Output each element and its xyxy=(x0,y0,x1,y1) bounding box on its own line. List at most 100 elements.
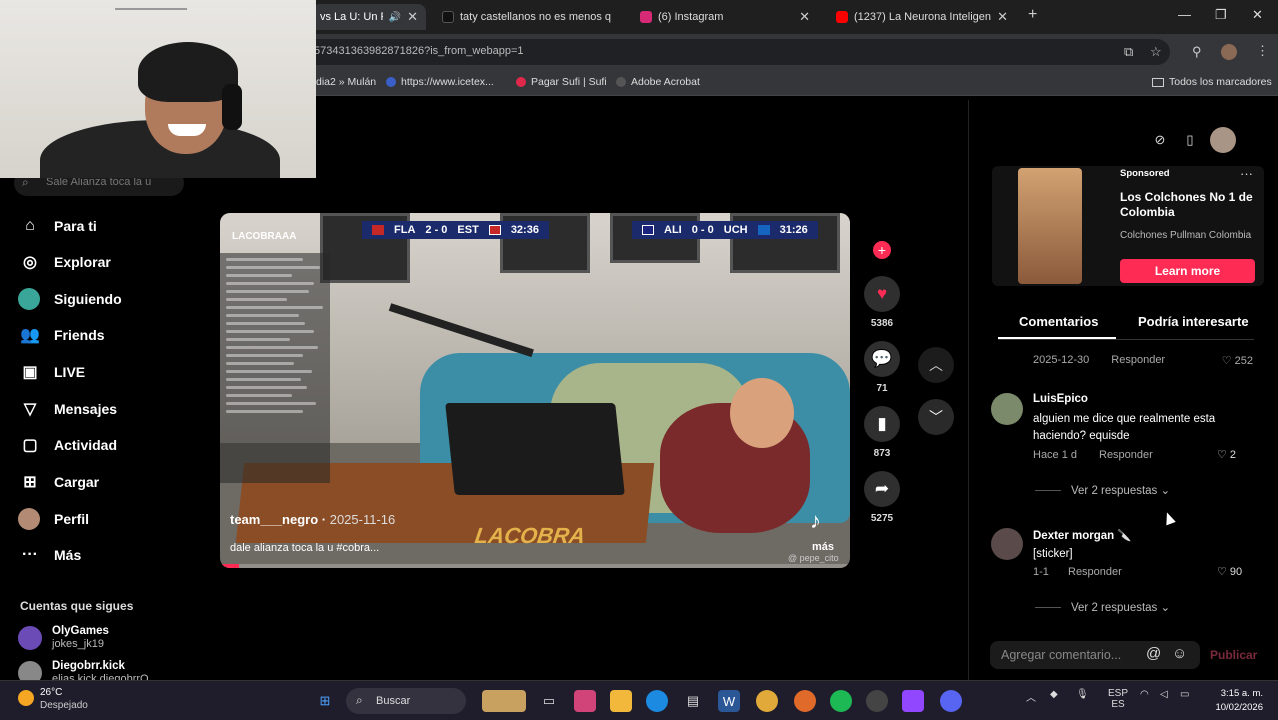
reply-link[interactable]: Responder xyxy=(1099,449,1153,461)
twitch-icon[interactable] xyxy=(902,690,924,712)
next-video-button[interactable]: ﹀ xyxy=(918,399,954,435)
nav-perfil[interactable]: Perfil xyxy=(18,508,89,530)
bookmark-item[interactable]: Adobe Acrobat xyxy=(616,76,700,88)
tab-tiktok[interactable]: taty castellanos no es menos q xyxy=(434,4,622,30)
previous-video-button[interactable]: ︿ xyxy=(918,347,954,383)
channel-label: LACOBRAAA xyxy=(232,231,297,242)
maximize-icon[interactable]: ❐ xyxy=(1215,7,1227,23)
task-view-icon[interactable]: ▭ xyxy=(538,690,560,712)
bookmark-item[interactable]: Pagar Sufi | Sufi xyxy=(516,76,607,88)
nav-friends[interactable]: 👥 Friends xyxy=(20,325,105,345)
install-app-icon[interactable]: ⧉ xyxy=(1124,44,1133,60)
chrome-icon[interactable] xyxy=(756,690,778,712)
volume-icon[interactable]: ◁ xyxy=(1160,689,1168,700)
user-avatar[interactable] xyxy=(1210,127,1236,153)
comment-like[interactable]: ♡ 2 xyxy=(1217,448,1236,461)
system-clock[interactable]: 3:15 a. m. 10/02/2026 xyxy=(1205,687,1263,715)
tab-podria-interesarte[interactable]: Podría interesarte xyxy=(1138,314,1249,329)
sponsored-ad[interactable]: Sponsored ··· Los Colchones No 1 de Colo… xyxy=(992,166,1264,286)
tab-comentarios[interactable]: Comentarios xyxy=(1019,314,1098,329)
tray-app-icon[interactable]: ◆ xyxy=(1050,689,1058,700)
nav-mensajes[interactable]: ▽ Mensajes xyxy=(20,399,117,419)
nav-live[interactable]: ▣ LIVE xyxy=(20,362,85,382)
file-explorer-icon[interactable] xyxy=(610,690,632,712)
coins-icon[interactable]: ⊘ xyxy=(1150,130,1170,150)
comment-username[interactable]: LuisEpico xyxy=(1033,393,1088,405)
bookmark-item[interactable]: https://www.icetex... xyxy=(386,76,494,88)
close-tab-icon[interactable]: ✕ xyxy=(799,9,810,25)
spotify-icon[interactable] xyxy=(830,690,852,712)
reply-link[interactable]: Responder xyxy=(1111,354,1165,367)
close-window-icon[interactable]: ✕ xyxy=(1252,7,1263,23)
video-progress[interactable] xyxy=(220,564,850,568)
tab-youtube[interactable]: (1237) La Neurona Inteligente - ✕ xyxy=(828,4,1016,30)
profile-avatar[interactable] xyxy=(1221,44,1237,60)
nav-explorar[interactable]: ◎ Explorar xyxy=(20,252,111,272)
bookmark-icon[interactable]: ▮ xyxy=(864,406,900,442)
close-tab-icon[interactable]: ✕ xyxy=(997,9,1008,25)
menu-icon[interactable]: ⋮ xyxy=(1256,43,1269,59)
weather-widget[interactable]: 26°C Despejado xyxy=(18,686,88,712)
save-action[interactable]: ▮ 873 xyxy=(862,406,902,459)
view-replies[interactable]: Ver 2 respuestas ⌄ xyxy=(1035,600,1170,614)
discord-icon[interactable] xyxy=(940,690,962,712)
comment-like[interactable]: ♡ 90 xyxy=(1217,565,1242,578)
close-tab-icon[interactable]: ✕ xyxy=(407,9,418,25)
nav-cargar[interactable]: ⊞ Cargar xyxy=(20,472,99,492)
tab-active[interactable]: vs La U: Un Pa 🔊 ✕ xyxy=(312,4,426,30)
share-action[interactable]: ➦ 5275 xyxy=(862,471,902,524)
brave-icon[interactable] xyxy=(794,690,816,712)
address-bar[interactable]: 57343136398287182​6?is_from_webapp=1 ⧉ ☆ xyxy=(300,39,1170,65)
share-icon[interactable]: ➦ xyxy=(864,471,900,507)
heart-icon[interactable]: ♥ xyxy=(864,276,900,312)
like-action[interactable]: ♥ 5386 xyxy=(862,276,902,329)
bookmark-item[interactable]: dia2 » Mulán xyxy=(316,76,376,88)
all-bookmarks[interactable]: Todos los marcadores xyxy=(1152,76,1272,88)
more-options-icon[interactable]: ··· xyxy=(1240,166,1253,181)
following-account[interactable]: OlyGames jokes_jk19 xyxy=(18,625,109,651)
nav-actividad[interactable]: ▢ Actividad xyxy=(20,435,117,455)
video-player[interactable]: LACOBRAAA FLA 2 - 0 EST 32:36 ALI 0 - 0 … xyxy=(220,213,850,568)
avatar[interactable] xyxy=(991,393,1023,425)
comment-icon[interactable]: 💬 xyxy=(864,341,900,377)
edge-icon[interactable] xyxy=(646,690,668,712)
video-author[interactable]: team___negro · 2025-11-16 xyxy=(230,512,395,527)
comment-input[interactable]: Agregar comentario... @ ☺ xyxy=(990,641,1200,669)
store-icon[interactable]: ▤ xyxy=(682,690,704,712)
microphone-icon[interactable]: 🎙 xyxy=(1076,689,1089,700)
nav-siguiendo[interactable]: Siguiendo xyxy=(18,288,122,310)
tray-chevron-icon[interactable]: ︿ xyxy=(1026,689,1036,704)
new-tab-icon[interactable]: + xyxy=(1028,6,1037,24)
battery-icon[interactable]: ▭ xyxy=(1180,689,1189,700)
comment-likes[interactable]: ♡ 252 xyxy=(1222,354,1253,367)
nav-mas[interactable]: ··· Más xyxy=(20,545,81,565)
taskbar-search[interactable]: ⌕ Buscar xyxy=(346,688,466,714)
view-replies[interactable]: Ver 2 respuestas ⌄ xyxy=(1035,483,1170,497)
avatar[interactable] xyxy=(991,528,1023,560)
mute-icon[interactable]: 🔊 xyxy=(389,12,401,23)
follow-button[interactable]: + xyxy=(873,241,891,259)
device-icon[interactable]: ▯ xyxy=(1180,130,1200,150)
post-button[interactable]: Publicar xyxy=(1210,648,1257,662)
minimize-icon[interactable]: — xyxy=(1178,7,1191,22)
tab-instagram[interactable]: (6) Instagram ✕ xyxy=(632,4,818,30)
widget-image-icon[interactable] xyxy=(482,690,526,712)
obs-icon[interactable] xyxy=(866,690,888,712)
nav-para-ti[interactable]: ⌂ Para ti xyxy=(20,216,97,236)
copilot-icon[interactable] xyxy=(574,690,596,712)
word-icon[interactable]: W xyxy=(718,690,740,712)
extensions-icon[interactable]: ⚲ xyxy=(1192,44,1202,60)
comment-meta: 2025-12-30 Responder ♡ 252 xyxy=(1033,354,1253,367)
emoji-icon[interactable]: ☺ xyxy=(1172,645,1187,662)
comment-username[interactable]: Dexter morgan 🔪 xyxy=(1033,528,1132,542)
windows-start-icon[interactable]: ⊞ xyxy=(314,690,336,712)
mention-icon[interactable]: @ xyxy=(1146,645,1161,662)
learn-more-button[interactable]: Learn more xyxy=(1120,259,1255,283)
comment-action[interactable]: 💬 71 xyxy=(862,341,902,394)
reply-link[interactable]: Responder xyxy=(1068,566,1122,578)
bookmark-star-icon[interactable]: ☆ xyxy=(1150,44,1162,60)
language-indicator[interactable]: ESP ES xyxy=(1108,688,1128,710)
wifi-icon[interactable]: ◠ xyxy=(1140,689,1149,700)
instagram-icon xyxy=(640,11,652,23)
more-link[interactable]: más xyxy=(812,541,834,553)
